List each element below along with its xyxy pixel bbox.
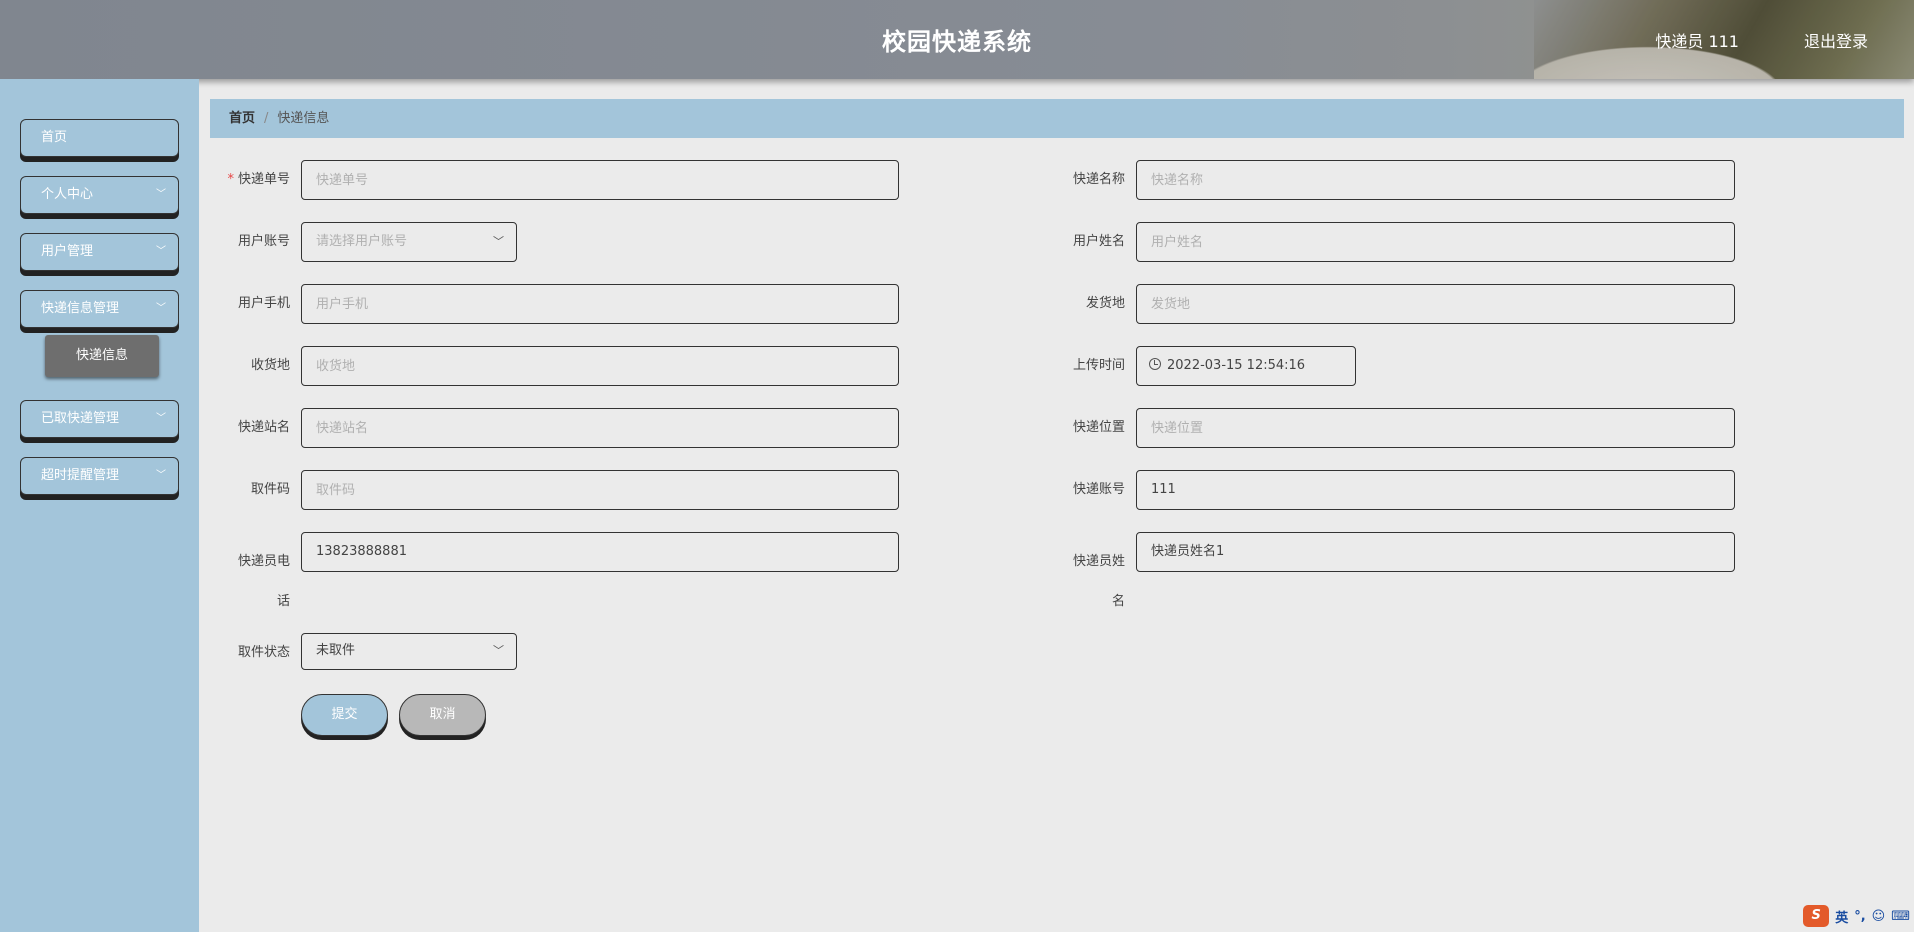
courier-person-value: 快递员姓名1 bbox=[1151, 544, 1225, 559]
breadcrumb-separator: / bbox=[264, 111, 269, 126]
breadcrumb: 首页 / 快递信息 bbox=[210, 99, 1904, 138]
breadcrumb-home[interactable]: 首页 bbox=[229, 111, 255, 126]
courier-account-value: 111 bbox=[1151, 482, 1176, 497]
emoji-icon[interactable]: ☺ bbox=[1872, 909, 1886, 924]
courier-name-field[interactable] bbox=[1151, 161, 1734, 199]
sidebar-item-home[interactable]: 首页 bbox=[20, 119, 179, 157]
sidebar-item-label: 用户管理 bbox=[41, 244, 94, 259]
chevron-down-icon: ﹀ bbox=[156, 189, 166, 200]
chevron-down-icon: ﹀ bbox=[156, 470, 166, 481]
tracking-no-label: * 快递单号 bbox=[227, 172, 290, 187]
user-name-field[interactable] bbox=[1151, 223, 1734, 261]
station-name-label: 快递站名 bbox=[237, 420, 290, 435]
courier-phone-label: 快递员电话 bbox=[237, 554, 290, 609]
ime-punctuation[interactable]: °, bbox=[1854, 909, 1865, 924]
sidebar-item-label: 个人中心 bbox=[41, 187, 94, 202]
app-title: 校园快递系统 bbox=[882, 28, 1032, 56]
chevron-down-icon: ﹀ bbox=[156, 246, 166, 257]
sidebar-item-personal-center[interactable]: 个人中心 ﹀ bbox=[20, 176, 179, 214]
origin-input[interactable] bbox=[1136, 284, 1735, 324]
pickup-status-value: 未取件 bbox=[316, 643, 356, 658]
ime-toolbar[interactable]: S 英 °, ☺ ⌨ bbox=[1803, 904, 1910, 928]
upload-time-label: 上传时间 bbox=[1072, 358, 1125, 373]
logout-link[interactable]: 退出登录 bbox=[1804, 28, 1868, 52]
user-name-label: 用户姓名 bbox=[1072, 234, 1125, 249]
clock-icon bbox=[1149, 358, 1161, 370]
station-name-input[interactable] bbox=[301, 408, 899, 448]
destination-label: 收货地 bbox=[250, 358, 290, 373]
origin-field[interactable] bbox=[1151, 285, 1734, 323]
courier-account-label: 快递账号 bbox=[1072, 482, 1125, 497]
sidebar-item-label: 已取快递管理 bbox=[41, 411, 120, 426]
sidebar-item-timeout-reminder-management[interactable]: 超时提醒管理 ﹀ bbox=[20, 457, 179, 495]
upload-time-value: 2022-03-15 12:54:16 bbox=[1167, 358, 1306, 373]
courier-phone-input[interactable]: 13823888881 bbox=[301, 532, 899, 572]
courier-name-input[interactable] bbox=[1136, 160, 1735, 200]
upload-time-picker[interactable]: 2022-03-15 12:54:16 bbox=[1136, 346, 1356, 386]
pickup-status-select[interactable]: 未取件 ﹀ bbox=[301, 633, 517, 670]
sidebar-item-label: 快递信息管理 bbox=[41, 301, 120, 316]
origin-label: 发货地 bbox=[1085, 296, 1125, 311]
user-account-label: 用户账号 bbox=[237, 234, 290, 249]
submit-button[interactable]: 提交 bbox=[301, 694, 388, 736]
user-phone-label: 用户手机 bbox=[237, 296, 290, 311]
user-phone-field[interactable] bbox=[316, 285, 898, 323]
courier-person-input[interactable]: 快递员姓名1 bbox=[1136, 532, 1735, 572]
courier-name-label: 快递名称 bbox=[1072, 172, 1125, 187]
keyboard-icon[interactable]: ⌨ bbox=[1891, 909, 1910, 924]
courier-phone-value: 13823888881 bbox=[316, 544, 407, 559]
sidebar-item-user-management[interactable]: 用户管理 ﹀ bbox=[20, 233, 179, 271]
destination-field[interactable] bbox=[316, 347, 898, 385]
sogou-logo-icon: S bbox=[1803, 905, 1830, 927]
courier-account-input[interactable]: 111 bbox=[1136, 470, 1735, 510]
sidebar-item-picked-express-management[interactable]: 已取快递管理 ﹀ bbox=[20, 400, 179, 438]
courier-person-label: 快递员姓名 bbox=[1072, 554, 1125, 609]
station-name-field[interactable] bbox=[316, 409, 898, 447]
tracking-no-field[interactable] bbox=[316, 161, 898, 199]
destination-input[interactable] bbox=[301, 346, 899, 386]
current-user: 快递员 111 bbox=[1655, 32, 1739, 51]
breadcrumb-current: 快递信息 bbox=[277, 111, 330, 126]
user-name-input[interactable] bbox=[1136, 222, 1735, 262]
sidebar-subitem-express-info[interactable]: 快递信息 bbox=[45, 335, 159, 377]
chevron-down-icon: ﹀ bbox=[156, 413, 166, 424]
pickup-code-field[interactable] bbox=[316, 471, 898, 509]
ime-language[interactable]: 英 bbox=[1835, 907, 1848, 926]
sidebar: 首页 个人中心 ﹀ 用户管理 ﹀ 快递信息管理 ﹀ 快递信息 已取快递管理 ﹀ … bbox=[0, 79, 199, 932]
sidebar-item-express-info-management[interactable]: 快递信息管理 ﹀ bbox=[20, 290, 179, 328]
chevron-down-icon: ﹀ bbox=[156, 303, 166, 314]
user-account-placeholder: 请选择用户账号 bbox=[316, 234, 408, 249]
location-input[interactable] bbox=[1136, 408, 1735, 448]
cancel-button[interactable]: 取消 bbox=[399, 694, 486, 736]
pickup-status-label: 取件状态 bbox=[237, 645, 290, 660]
user-account-select[interactable]: 请选择用户账号 ﹀ bbox=[301, 222, 517, 262]
sidebar-item-label: 首页 bbox=[41, 130, 68, 145]
user-phone-input[interactable] bbox=[301, 284, 899, 324]
pickup-code-input[interactable] bbox=[301, 470, 899, 510]
pickup-code-label: 取件码 bbox=[250, 482, 290, 497]
chevron-down-icon: ﹀ bbox=[493, 644, 504, 657]
chevron-down-icon: ﹀ bbox=[493, 235, 504, 248]
location-label: 快递位置 bbox=[1072, 420, 1125, 435]
sidebar-item-label: 超时提醒管理 bbox=[41, 468, 120, 483]
tracking-no-input[interactable] bbox=[301, 160, 899, 200]
location-field[interactable] bbox=[1151, 409, 1734, 447]
top-header: 校园快递系统 快递员 111 退出登录 bbox=[0, 0, 1914, 79]
